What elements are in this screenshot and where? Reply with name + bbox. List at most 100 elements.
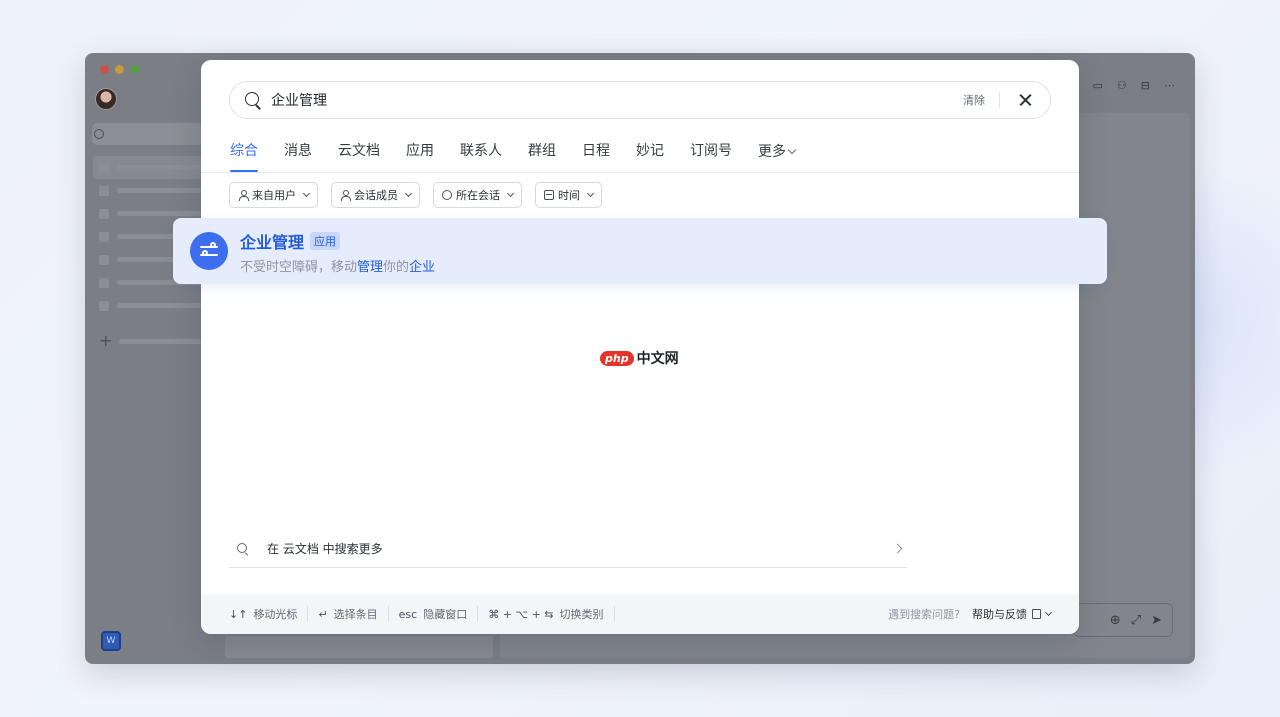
- chevron-down-icon: [506, 189, 515, 198]
- chevron-down-icon: [404, 189, 413, 198]
- sidebar-search-box[interactable]: [92, 123, 212, 145]
- hint-move-cursor: ↓↑ 移动光标: [229, 606, 309, 622]
- filter-in-chat[interactable]: 所在会话: [433, 182, 522, 208]
- hint-switch-category: ⌘ + ⌥ + ⇆ 切换类别: [478, 606, 615, 622]
- result-title: 企业管理 应用: [240, 229, 341, 253]
- filter-time[interactable]: 时间: [535, 182, 602, 208]
- tab-label: 日程: [582, 143, 610, 159]
- sidebar-item[interactable]: [93, 179, 213, 202]
- tab-label: 云文档: [338, 143, 380, 159]
- desc-text: 不受时空障碍，移动: [240, 260, 358, 275]
- window-controls: [100, 65, 139, 74]
- settings-sliders-icon: [190, 232, 228, 270]
- chevron-right-icon: [892, 543, 903, 554]
- chevron-down-icon: [1044, 608, 1053, 617]
- add-member-icon[interactable]: ⚇: [1117, 79, 1127, 92]
- hint-hide-window: esc 隐藏窗口: [389, 606, 479, 622]
- search-problem-link[interactable]: 遇到搜索问题?: [888, 606, 960, 622]
- tab-0[interactable]: 综合: [230, 140, 258, 172]
- calendar-icon: [544, 190, 554, 200]
- search-result-item[interactable]: 企业管理 应用 不受时空障碍，移动管理你的企业: [173, 218, 1107, 284]
- maximize-window-button[interactable]: [130, 65, 139, 74]
- shortcut-label: 切换类别: [559, 608, 604, 621]
- search-icon: [237, 542, 249, 555]
- tab-4[interactable]: 联系人: [460, 140, 502, 172]
- shortcut-key: ⌘ + ⌥ + ⇆: [488, 607, 554, 621]
- shortcut-label: 选择条目: [333, 608, 378, 621]
- chevron-down-icon: [586, 189, 595, 198]
- search-icon: [94, 129, 104, 139]
- filter-bar: 来自用户 会话成员 所在会话 时间: [229, 182, 602, 208]
- tab-2[interactable]: 云文档: [338, 140, 380, 172]
- tab-label: 联系人: [460, 143, 502, 159]
- tab-label: 妙记: [636, 143, 664, 159]
- search-bar: 清除: [229, 81, 1051, 119]
- search-input[interactable]: [271, 92, 931, 108]
- chat-input-bar[interactable]: ⊕ ⤢ ➤: [1073, 603, 1173, 637]
- search-icon: [244, 91, 262, 109]
- window-icon[interactable]: ⊟: [1141, 79, 1150, 92]
- search-more-text: 在 云文档 中搜索更多: [267, 542, 383, 556]
- workspace-badge[interactable]: W: [101, 631, 121, 651]
- desc-highlight: 企业: [409, 260, 436, 275]
- watermark-text: 中文网: [636, 351, 679, 367]
- result-name: 企业管理: [240, 233, 305, 252]
- chevron-down-icon: [302, 189, 311, 198]
- avatar[interactable]: [95, 88, 117, 110]
- chat-icon: [442, 190, 452, 200]
- tab-6[interactable]: 日程: [582, 140, 610, 172]
- tab-9[interactable]: 更多: [758, 140, 797, 172]
- tab-label: 订阅号: [690, 143, 732, 159]
- feedback-label: 帮助与反馈: [972, 608, 1027, 621]
- result-type-badge: 应用: [310, 232, 341, 250]
- tab-7[interactable]: 妙记: [636, 140, 664, 172]
- document-icon: [1032, 609, 1041, 619]
- minimize-window-button[interactable]: [115, 65, 124, 74]
- sidebar-item[interactable]: [93, 294, 213, 317]
- user-icon: [238, 190, 249, 201]
- sidebar-add-placeholder: [119, 339, 209, 344]
- hint-select-item: ↵ 选择条目: [308, 606, 389, 622]
- desc-text: 你的: [383, 260, 410, 275]
- filter-from-user[interactable]: 来自用户: [229, 182, 318, 208]
- filter-label: 来自用户: [252, 189, 296, 202]
- plus-icon[interactable]: +: [99, 331, 112, 350]
- user-icon: [340, 190, 351, 201]
- plus-circle-icon[interactable]: ⊕: [1110, 613, 1121, 628]
- filter-label: 所在会话: [456, 189, 500, 202]
- help-feedback-button[interactable]: 帮助与反馈: [972, 606, 1053, 622]
- shortcut-footer: ↓↑ 移动光标 ↵ 选择条目 esc 隐藏窗口 ⌘ + ⌥ + ⇆ 切换类别 遇…: [201, 594, 1079, 634]
- chevron-down-icon: [787, 145, 797, 154]
- tab-label: 消息: [284, 143, 312, 159]
- shortcut-key: ↵: [318, 607, 328, 621]
- footer-right: 遇到搜索问题? 帮助与反馈: [888, 606, 1053, 622]
- search-more-in-docs[interactable]: 在 云文档 中搜索更多: [229, 530, 907, 568]
- shortcut-label: 隐藏窗口: [423, 608, 468, 621]
- category-tabs: 综合 消息 云文档 应用 联系人 群组 日程 妙记 订阅号 更多: [230, 140, 821, 172]
- sidebar-bottom-panel: [225, 636, 493, 658]
- tab-3[interactable]: 应用: [406, 140, 434, 172]
- tab-divider: [201, 172, 1079, 173]
- tab-5[interactable]: 群组: [528, 140, 556, 172]
- tab-1[interactable]: 消息: [284, 140, 312, 172]
- chat-toolbar: ▭ ⚇ ⊟ ⋯: [1093, 79, 1176, 92]
- desc-highlight: 管理: [357, 260, 384, 275]
- tab-label: 综合: [230, 143, 258, 159]
- shortcut-key: esc: [398, 607, 418, 621]
- close-icon[interactable]: [1010, 85, 1040, 115]
- close-window-button[interactable]: [100, 65, 109, 74]
- clear-button[interactable]: 清除: [963, 92, 1000, 108]
- send-icon[interactable]: ➤: [1151, 613, 1162, 628]
- more-icon[interactable]: ⋯: [1164, 79, 1175, 92]
- filter-chat-member[interactable]: 会话成员: [331, 182, 420, 208]
- watermark-logo: php 中文网: [600, 348, 679, 368]
- expand-icon[interactable]: ⤢: [1131, 613, 1141, 628]
- tab-8[interactable]: 订阅号: [690, 140, 732, 172]
- tab-label: 群组: [528, 143, 556, 159]
- filter-label: 会话成员: [354, 189, 398, 202]
- tab-label: 更多: [758, 144, 786, 160]
- sidebar-item[interactable]: [93, 156, 213, 179]
- shortcut-key: ↓↑: [229, 607, 248, 621]
- result-description: 不受时空障碍，移动管理你的企业: [240, 256, 435, 275]
- video-icon[interactable]: ▭: [1093, 79, 1103, 92]
